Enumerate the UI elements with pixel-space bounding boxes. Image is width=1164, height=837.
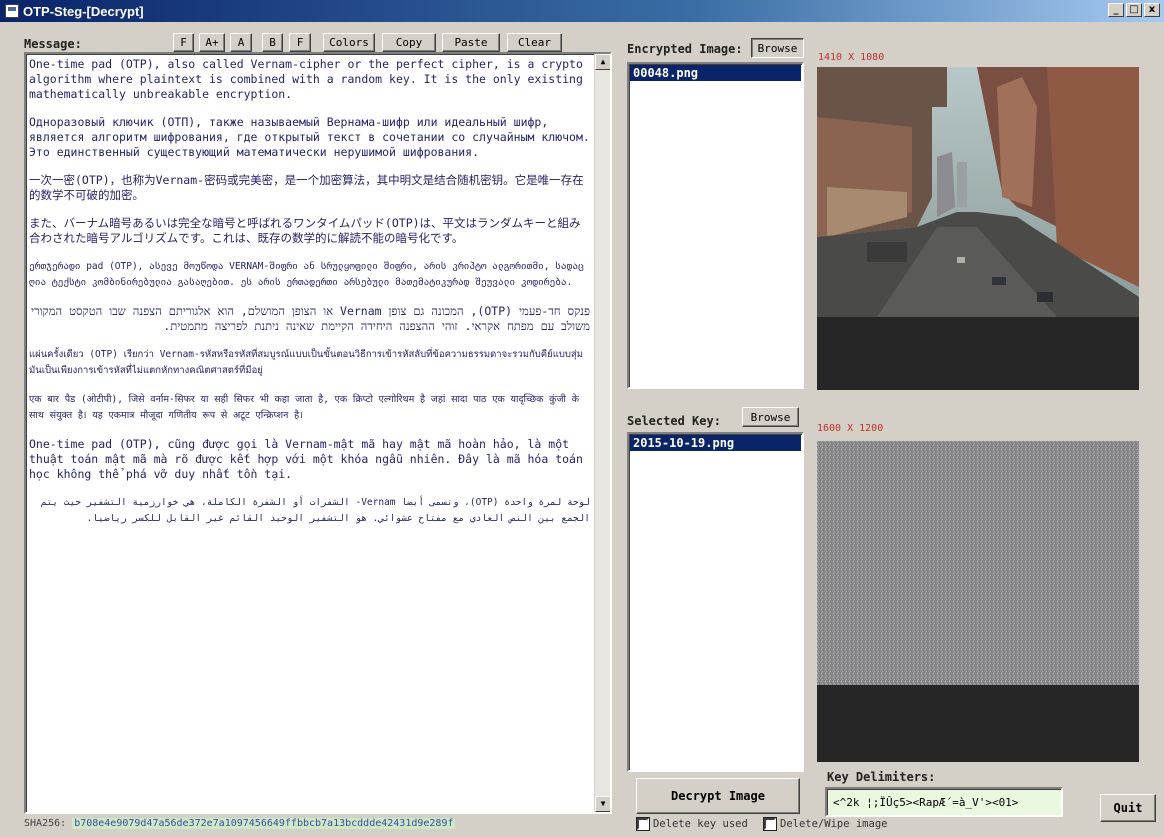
key-image-preview xyxy=(817,441,1139,762)
message-paragraph: एक बार पैड (ओटीपी), जिसे वर्नाम-सिफर या … xyxy=(29,394,580,421)
message-paragraph: פנקס חד-פעמי (OTP), המכונה גם צופן Verna… xyxy=(30,304,590,333)
message-scrollbar[interactable]: ▲ ▼ xyxy=(594,54,610,812)
scroll-up-icon[interactable]: ▲ xyxy=(595,54,610,70)
noise-key-image xyxy=(817,441,1139,762)
checkbox-box[interactable] xyxy=(636,817,650,831)
encrypted-image-label: Encrypted Image: xyxy=(627,42,743,56)
list-item[interactable]: 00048.png xyxy=(630,65,801,81)
scroll-down-icon[interactable]: ▼ xyxy=(595,796,610,812)
maximize-button[interactable]: □ xyxy=(1126,3,1142,17)
font-decrease-button[interactable]: A xyxy=(230,33,252,52)
minimize-button[interactable]: _ xyxy=(1108,3,1124,17)
message-paragraph: 一次一密(OTP)，也称为Vernam-密码或完美密，是一个加密算法，其中明文是… xyxy=(29,173,584,202)
close-button[interactable]: x xyxy=(1144,3,1160,17)
key-delimiters-label: Key Delimiters: xyxy=(827,770,936,784)
message-paragraph: แผ่นครั้งเดียว (OTP) เรียกว่า Vernam-รหั… xyxy=(29,349,583,376)
message-paragraph: One-time pad (OTP), cũng được gọi là Ver… xyxy=(29,437,583,481)
checkbox-box[interactable] xyxy=(763,817,777,831)
title-bar: OTP-Steg-[Decrypt] _ □ x xyxy=(0,0,1164,22)
encrypted-image-preview xyxy=(817,67,1139,390)
key-delimiters-input[interactable]: <^2k ¦;ÏÛç5><RapÆ´=à_V'><01> xyxy=(825,787,1063,817)
encrypted-file-list[interactable]: 00048.png xyxy=(627,62,804,389)
quit-button[interactable]: Quit xyxy=(1100,794,1156,822)
encrypted-image-dimensions: 1410 X 1080 xyxy=(818,52,885,63)
clear-button[interactable]: Clear xyxy=(507,33,562,52)
window-title: OTP-Steg-[Decrypt] xyxy=(23,3,144,19)
delete-key-checkbox[interactable]: Delete key used xyxy=(636,817,748,831)
sha256-line: SHA256: b708e4e9079d47a56de372e7a1097456… xyxy=(24,818,456,829)
message-paragraph: لوحة لمرة واحدة (OTP)، وتسمى أيضا Vernam… xyxy=(40,497,590,524)
encrypted-browse-button[interactable]: Browse xyxy=(751,38,804,58)
key-image-dimensions: 1600 X 1200 xyxy=(817,423,884,434)
message-paragraph: Одноразовый ключик (ОТП), также называем… xyxy=(29,115,590,159)
copy-button[interactable]: Copy xyxy=(382,33,436,52)
paste-button[interactable]: Paste xyxy=(442,33,500,52)
list-item[interactable]: 2015-10-19.png xyxy=(630,435,801,451)
selected-key-label: Selected Key: xyxy=(627,414,721,428)
decrypt-image-button[interactable]: Decrypt Image xyxy=(636,778,800,814)
window-controls: _ □ x xyxy=(1108,3,1160,17)
delete-image-label: Delete/Wipe image xyxy=(780,818,888,830)
key-browse-button[interactable]: Browse xyxy=(742,407,799,427)
message-paragraph: ერთჯერადი pad (OTP), ასევე მოუწოდა VERNA… xyxy=(29,261,584,288)
message-label: Message: xyxy=(24,37,82,51)
app-icon xyxy=(5,4,19,18)
colors-button[interactable]: Colors xyxy=(323,33,375,52)
sha256-value: b708e4e9079d47a56de372e7a1097456649ffbbc… xyxy=(72,818,456,829)
message-paragraph: One-time pad (OTP), also called Vernam-c… xyxy=(29,57,583,101)
font-increase-button[interactable]: A+ xyxy=(199,33,225,52)
delete-image-checkbox[interactable]: Delete/Wipe image xyxy=(763,817,888,831)
sha256-label: SHA256: xyxy=(24,818,67,829)
city-street-image xyxy=(817,67,1139,390)
delete-key-label: Delete key used xyxy=(653,818,748,830)
bold-button[interactable]: B xyxy=(262,33,283,52)
font-button[interactable]: F xyxy=(173,33,194,52)
font-family-button[interactable]: F xyxy=(289,33,311,52)
message-textarea[interactable]: One-time pad (OTP), also called Vernam-c… xyxy=(24,52,612,814)
message-paragraph: また、バーナム暗号あるいは完全な暗号と呼ばれるワンタイムパッド(OTP)は、平文… xyxy=(29,216,581,245)
key-file-list[interactable]: 2015-10-19.png xyxy=(627,432,804,772)
